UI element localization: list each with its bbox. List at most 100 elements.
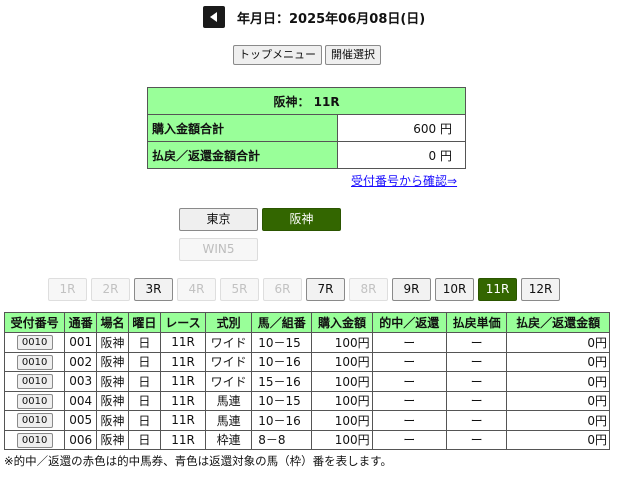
purchase-amount-cell: 100円 — [311, 429, 373, 450]
purchase-total-value: 600 円 — [337, 114, 466, 142]
race-tab-3r[interactable]: 3R — [134, 278, 173, 301]
weekday-cell: 日 — [127, 371, 161, 392]
bet-type-cell: ワイド — [205, 351, 253, 372]
combination-cell: 10－15 — [251, 332, 313, 353]
race-tab-8r: 8R — [349, 278, 388, 301]
column-header: 払戻／返還金額 — [506, 312, 610, 333]
payout-amount-cell: 0円 — [506, 351, 610, 372]
venue-name-cell: 阪神 — [96, 429, 129, 450]
race-cell: 11R — [159, 429, 207, 450]
race-tab-7r[interactable]: 7R — [306, 278, 345, 301]
race-cell: 11R — [159, 371, 207, 392]
hit-refund-cell: ー — [371, 429, 447, 450]
bet-type-cell: 馬連 — [205, 390, 253, 411]
receipt-number-cell: 0010 — [3, 351, 66, 372]
weekday-cell: 日 — [127, 390, 161, 411]
venue-name-cell: 阪神 — [96, 410, 129, 431]
weekday-cell: 日 — [127, 410, 161, 431]
receipt-number-button[interactable]: 0010 — [16, 374, 53, 390]
race-tab-12r[interactable]: 12R — [521, 278, 560, 301]
combination-cell: 8－8 — [251, 429, 313, 450]
date-text: 年月日：2025年06月08日(日) — [237, 12, 426, 27]
weekday-cell: 日 — [127, 332, 161, 353]
combination-cell: 10－15 — [251, 390, 313, 411]
bet-type-cell: 枠連 — [205, 429, 253, 450]
combination-cell: 15－16 — [251, 371, 313, 392]
venue-name-cell: 阪神 — [96, 390, 129, 411]
column-header: 馬／組番 — [251, 312, 313, 333]
receipt-number-cell: 0010 — [3, 410, 66, 431]
purchase-amount-cell: 100円 — [311, 371, 373, 392]
race-tab-6r: 6R — [263, 278, 302, 301]
payout-amount-cell: 0円 — [506, 371, 610, 392]
race-cell: 11R — [159, 351, 207, 372]
serial-number-cell: 003 — [64, 371, 98, 392]
date-header: 年月日：2025年06月08日(日) — [0, 4, 640, 28]
receipt-number-button[interactable]: 0010 — [16, 354, 53, 370]
payout-unit-cell: ー — [445, 390, 508, 411]
payout-amount-cell: 0円 — [506, 332, 610, 353]
purchase-amount-cell: 100円 — [311, 410, 373, 431]
venue-name-cell: 阪神 — [96, 332, 129, 353]
back-arrow-icon[interactable] — [203, 6, 225, 28]
serial-number-cell: 004 — [64, 390, 98, 411]
combination-cell: 10－16 — [251, 351, 313, 372]
payout-unit-cell: ー — [445, 332, 508, 353]
race-tab-2r: 2R — [91, 278, 130, 301]
weekday-cell: 日 — [127, 351, 161, 372]
venue-tab-hanshin[interactable]: 阪神 — [262, 208, 341, 231]
hit-refund-cell: ー — [371, 410, 447, 431]
receipt-number-cell: 0010 — [3, 429, 66, 450]
race-tab-11r[interactable]: 11R — [478, 278, 517, 301]
tickets-header-row: 受付番号 通番 場名 曜日 レース 式別 馬／組番 購入金額 的中／返還 払戻単価 払戻／返還金額 — [3, 312, 610, 333]
column-header: 購入金額 — [311, 312, 373, 333]
race-tab-4r: 4R — [177, 278, 216, 301]
hit-refund-cell: ー — [371, 332, 447, 353]
menu-row: トップメニュー 開催選択 — [233, 45, 381, 65]
race-tab-10r[interactable]: 10R — [435, 278, 474, 301]
column-header: 曜日 — [127, 312, 161, 333]
race-cell: 11R — [159, 410, 207, 431]
confirm-by-receipt-link[interactable]: 受付番号から確認⇒ — [351, 172, 457, 189]
column-header: 式別 — [205, 312, 253, 333]
table-row: 0010 003 阪神日 11R ワイド 15－16 100円ーー 0円 — [3, 371, 610, 392]
payout-unit-cell: ー — [445, 371, 508, 392]
venue-tab-tokyo[interactable]: 東京 — [179, 208, 258, 231]
serial-number-cell: 006 — [64, 429, 98, 450]
race-tab-9r[interactable]: 9R — [392, 278, 431, 301]
venue-tabs: 東京 阪神 — [179, 208, 341, 231]
footnote: ※的中／返還の赤色は的中馬券、青色は返還対象の馬（枠）番を表します。 — [4, 454, 392, 468]
table-row: 0010 006 阪神日 11R 枠連 8－8 100円ーー 0円 — [3, 429, 610, 450]
hit-refund-cell: ー — [371, 371, 447, 392]
race-tab-1r: 1R — [48, 278, 87, 301]
table-row: 0010 004 阪神日 11R 馬連 10－15 100円ーー 0円 — [3, 390, 610, 411]
table-row: 0010 002 阪神日 11R ワイド 10－16 100円ーー 0円 — [3, 351, 610, 372]
race-tab-5r: 5R — [220, 278, 259, 301]
payout-unit-cell: ー — [445, 410, 508, 431]
purchase-amount-cell: 100円 — [311, 332, 373, 353]
race-cell: 11R — [159, 332, 207, 353]
venue-select-button[interactable]: 開催選択 — [325, 45, 381, 65]
bet-type-cell: ワイド — [205, 371, 253, 392]
serial-number-cell: 001 — [64, 332, 98, 353]
serial-number-cell: 005 — [64, 410, 98, 431]
receipt-number-button[interactable]: 0010 — [16, 393, 53, 409]
combination-cell: 10－16 — [251, 410, 313, 431]
receipt-number-button[interactable]: 0010 — [16, 413, 53, 429]
hit-refund-cell: ー — [371, 390, 447, 411]
purchase-amount-cell: 100円 — [311, 390, 373, 411]
top-menu-button[interactable]: トップメニュー — [233, 45, 322, 65]
column-header: 払戻単価 — [445, 312, 508, 333]
bet-type-cell: 馬連 — [205, 410, 253, 431]
column-header: 受付番号 — [3, 312, 66, 333]
bet-type-cell: ワイド — [205, 332, 253, 353]
column-header: 通番 — [64, 312, 98, 333]
receipt-number-button[interactable]: 0010 — [16, 335, 53, 351]
payout-unit-cell: ー — [445, 429, 508, 450]
receipt-number-cell: 0010 — [3, 332, 66, 353]
hit-refund-cell: ー — [371, 351, 447, 372]
payout-amount-cell: 0円 — [506, 410, 610, 431]
receipt-number-button[interactable]: 0010 — [16, 432, 53, 448]
payout-amount-cell: 0円 — [506, 390, 610, 411]
column-header: 的中／返還 — [371, 312, 447, 333]
